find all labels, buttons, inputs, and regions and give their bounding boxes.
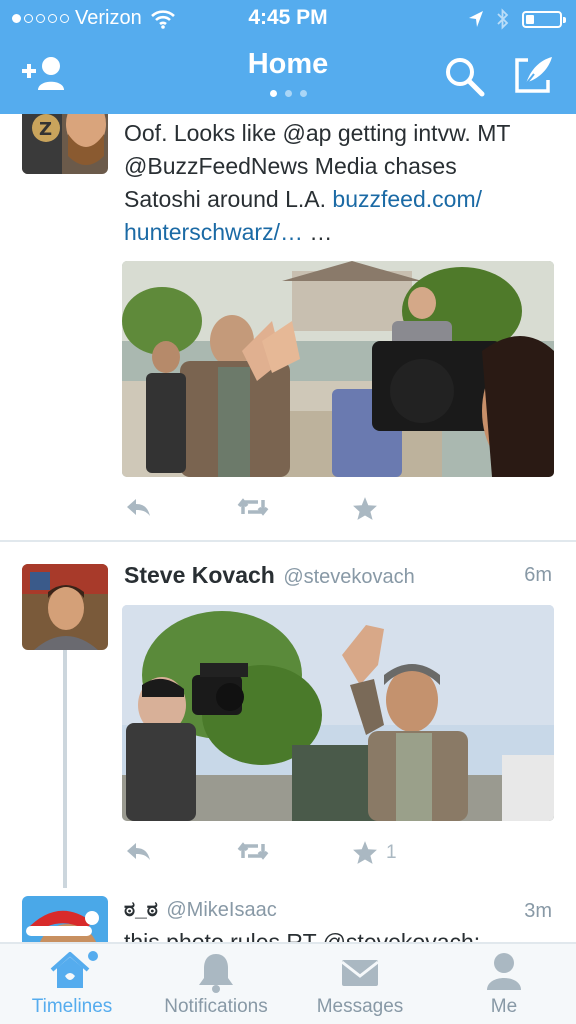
tab-label: Timelines	[31, 996, 113, 1017]
bell-icon	[199, 954, 233, 993]
tweet-time: 3m	[524, 900, 552, 922]
star-icon	[353, 841, 377, 864]
tab-messages[interactable]: Messages	[288, 944, 432, 1024]
reply-icon	[127, 843, 150, 860]
tab-label: Notifications	[164, 996, 268, 1017]
tab-notifications[interactable]: Notifications	[144, 944, 288, 1024]
conversation-line	[63, 650, 67, 888]
tab-label: Me	[490, 996, 518, 1017]
timeline[interactable]: Z Oof. Looks like @ap getting intvw. MT …	[0, 114, 576, 942]
tweet-photo[interactable]	[122, 261, 554, 477]
home-icon	[50, 951, 98, 988]
tab-timelines[interactable]: Timelines	[0, 944, 144, 1024]
bluetooth-icon	[497, 8, 509, 30]
page-indicator	[270, 90, 307, 97]
tweet-photo[interactable]	[122, 605, 554, 821]
reply-button[interactable]	[124, 840, 152, 862]
favorite-button[interactable]: 1	[352, 840, 397, 865]
tweet-header: Steve Kovach @stevekovach	[124, 562, 415, 589]
retweet-button[interactable]	[236, 840, 270, 862]
favorite-button[interactable]	[352, 496, 386, 521]
tweet-time: 6m	[524, 564, 552, 586]
reply-button[interactable]	[124, 496, 152, 518]
retweet-icon	[237, 498, 269, 516]
location-arrow-icon	[469, 11, 483, 27]
user-handle[interactable]: @MikeIsaac	[166, 899, 276, 921]
tweet-divider	[0, 540, 576, 542]
tweet-link[interactable]: buzzfeed.com/	[332, 186, 482, 212]
envelope-icon	[341, 960, 379, 986]
new-content-badge	[88, 951, 98, 961]
user-handle[interactable]: @stevekovach	[283, 566, 414, 588]
tweet-header: ಠ_ಠ @MikeIsaac	[124, 898, 277, 922]
battery-icon	[522, 10, 566, 28]
favorite-count: 1	[386, 841, 397, 863]
user-name[interactable]: ಠ_ಠ	[124, 898, 158, 921]
top-bar: Verizon 4:45 PM Home	[0, 0, 576, 114]
tab-bar: Timelines Notifications Messages Me	[0, 942, 576, 1024]
svg-text:Z: Z	[39, 119, 52, 140]
retweet-icon	[237, 842, 269, 860]
reply-icon	[127, 499, 150, 516]
user-name[interactable]: Steve Kovach	[124, 562, 275, 588]
avatar[interactable]: Z	[22, 114, 108, 174]
nav-title: Home	[247, 48, 329, 80]
retweet-button[interactable]	[236, 496, 270, 518]
search-icon	[446, 58, 485, 97]
status-bar: Verizon 4:45 PM	[0, 0, 576, 36]
compose-button[interactable]	[512, 54, 556, 98]
person-icon	[487, 953, 521, 990]
avatar[interactable]	[22, 896, 108, 942]
search-button[interactable]	[444, 56, 488, 100]
tweet-text: Oof. Looks like @ap getting intvw. MT @B…	[124, 120, 511, 245]
avatar[interactable]	[22, 564, 108, 650]
tweet-text: this photo rules RT @stevekovach:	[124, 929, 481, 942]
star-icon	[353, 497, 377, 520]
compose-icon	[515, 57, 552, 93]
tab-label: Messages	[316, 996, 404, 1017]
tab-me[interactable]: Me	[432, 944, 576, 1024]
tweet-link[interactable]: hunterschwarz/…	[124, 219, 303, 245]
